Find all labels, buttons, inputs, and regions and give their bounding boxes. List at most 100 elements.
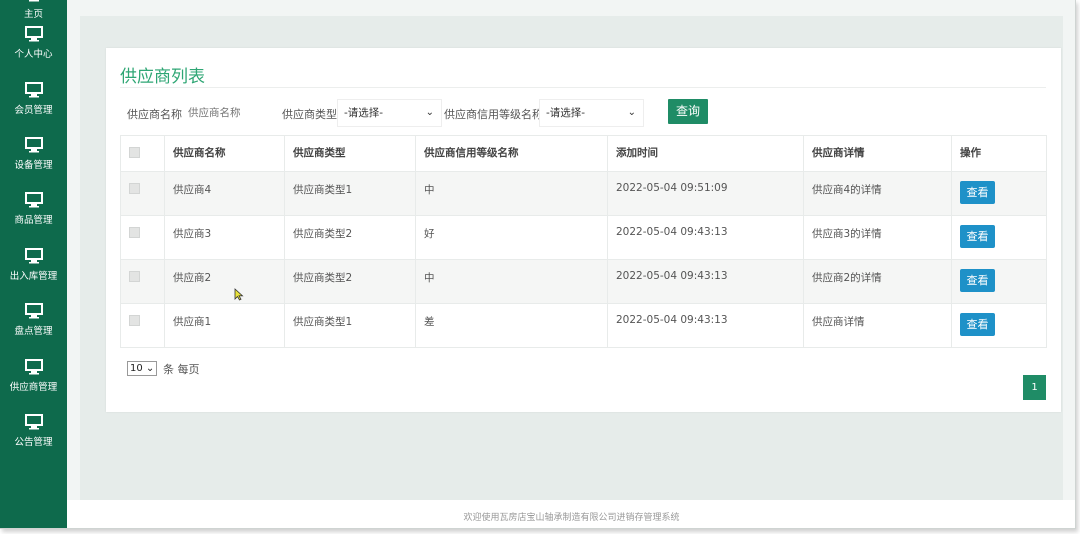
row-checkbox[interactable] [129, 270, 140, 282]
supplier-credit-cell: 差 [415, 303, 608, 348]
column-header[interactable]: 供应商名称 [164, 135, 285, 172]
sidebar-item-label: 主页 [23, 9, 43, 20]
actions-cell: 查看 [951, 259, 1047, 304]
sidebar-item-inventory-io[interactable]: 出入库管理 [0, 248, 67, 298]
monitor-icon [24, 303, 43, 319]
supplier-type-value: -请选择- [344, 107, 384, 119]
supplier-credit-cell: 中 [415, 259, 608, 304]
sidebar-item-label: 公告管理 [14, 437, 53, 448]
chevron-down-icon: ⌄ [627, 107, 636, 118]
supplier-table: 供应商名称 供应商类型 供应商信用等级名称 添加时间 供应商详情 操作 供应商4 [120, 135, 1047, 348]
sidebar-item-products[interactable]: 商品管理 [0, 192, 67, 242]
supplier-type-cell: 供应商类型1 [284, 171, 416, 216]
added-time-cell: 2022-05-04 09:51:09 [607, 171, 804, 216]
monitor-icon [24, 82, 43, 98]
monitor-icon [24, 248, 43, 264]
row-select-cell [120, 303, 165, 348]
footer: 欢迎使用瓦房店宝山轴承制造有限公司进销存管理系统 [67, 500, 1075, 528]
view-button[interactable]: 查看 [960, 225, 995, 248]
sidebar-item-label: 供应商管理 [9, 382, 58, 393]
added-time-cell: 2022-05-04 09:43:13 [607, 259, 804, 304]
page-size-value: 10 [130, 363, 143, 374]
supplier-credit-cell: 中 [415, 171, 608, 216]
main-content: 供应商列表 供应商名称 供应商类型 -请选择- ⌄ 供应商信用等级名称 -请选择… [67, 0, 1075, 500]
supplier-detail-cell: 供应商详情 [803, 303, 952, 348]
monitor-icon [28, 0, 39, 2]
supplier-type-label: 供应商类型 [282, 108, 337, 121]
row-select-cell [120, 215, 165, 260]
supplier-name-cell: 供应商1 [164, 303, 285, 348]
monitor-icon [24, 137, 43, 153]
monitor-icon [24, 414, 43, 430]
sidebar-item-devices[interactable]: 设备管理 [0, 137, 67, 187]
sidebar-item-profile[interactable]: 个人中心 [0, 26, 67, 76]
sidebar: 主页 个人中心 会员管理 设备管理 商品管理 出入库管理 盘点管理 供应商管理 [0, 0, 67, 528]
select-all-checkbox[interactable] [129, 146, 140, 158]
supplier-detail-cell: 供应商2的详情 [803, 259, 952, 304]
view-button[interactable]: 查看 [960, 313, 995, 336]
sidebar-item-suppliers[interactable]: 供应商管理 [0, 359, 67, 409]
supplier-credit-cell: 好 [415, 215, 608, 260]
table-row: 供应商4 供应商类型1 中 2022-05-04 09:51:09 供应商4的详… [120, 171, 1047, 216]
supplier-name-cell: 供应商4 [164, 171, 285, 216]
view-button[interactable]: 查看 [960, 269, 995, 292]
supplier-name-label: 供应商名称 [127, 108, 182, 121]
monitor-icon [24, 192, 43, 208]
sidebar-item-label: 盘点管理 [14, 326, 53, 337]
sidebar-item-label: 出入库管理 [9, 271, 58, 282]
view-button[interactable]: 查看 [960, 181, 995, 204]
column-header[interactable]: 添加时间 [607, 135, 804, 172]
sidebar-item-members[interactable]: 会员管理 [0, 82, 67, 132]
table-row: 供应商1 供应商类型1 差 2022-05-04 09:43:13 供应商详情 … [120, 303, 1047, 348]
supplier-list-panel: 供应商列表 供应商名称 供应商类型 -请选择- ⌄ 供应商信用等级名称 -请选择… [106, 48, 1061, 412]
chevron-down-icon: ⌄ [145, 363, 155, 374]
actions-cell: 查看 [951, 171, 1047, 216]
content-area: 供应商列表 供应商名称 供应商类型 -请选择- ⌄ 供应商信用等级名称 -请选择… [80, 16, 1063, 500]
sidebar-item-stocktaking[interactable]: 盘点管理 [0, 303, 67, 353]
supplier-credit-label: 供应商信用等级名称 [444, 108, 543, 121]
row-checkbox[interactable] [129, 226, 140, 238]
title-divider [120, 87, 1046, 88]
sidebar-item-label: 商品管理 [14, 215, 53, 226]
supplier-name-input[interactable] [182, 101, 274, 125]
actions-cell: 查看 [951, 303, 1047, 348]
supplier-name-cell: 供应商3 [164, 215, 285, 260]
table-row: 供应商3 供应商类型2 好 2022-05-04 09:43:13 供应商3的详… [120, 215, 1047, 260]
column-header: 操作 [951, 135, 1047, 172]
supplier-credit-select[interactable]: -请选择- ⌄ [539, 99, 644, 127]
table-row: 供应商2 供应商类型2 中 2022-05-04 09:43:13 供应商2的详… [120, 259, 1047, 304]
added-time-cell: 2022-05-04 09:43:13 [607, 215, 804, 260]
added-time-cell: 2022-05-04 09:43:13 [607, 303, 804, 348]
row-select-cell [120, 259, 165, 304]
column-header[interactable]: 供应商信用等级名称 [415, 135, 608, 172]
row-checkbox[interactable] [129, 182, 140, 194]
actions-cell: 查看 [951, 215, 1047, 260]
page-size-select[interactable]: 10 ⌄ [127, 361, 158, 376]
column-header[interactable]: 供应商详情 [803, 135, 952, 172]
page-size-label: 条 每页 [163, 363, 200, 376]
supplier-detail-cell: 供应商4的详情 [803, 171, 952, 216]
supplier-credit-value: -请选择- [546, 107, 586, 119]
supplier-type-cell: 供应商类型1 [284, 303, 416, 348]
monitor-icon [24, 26, 43, 42]
column-header[interactable]: 供应商类型 [284, 135, 416, 172]
supplier-type-cell: 供应商类型2 [284, 259, 416, 304]
supplier-name-cell: 供应商2 [164, 259, 285, 304]
query-button[interactable]: 查询 [668, 99, 708, 124]
table-header-row: 供应商名称 供应商类型 供应商信用等级名称 添加时间 供应商详情 操作 [120, 135, 1047, 172]
sidebar-item-announcements[interactable]: 公告管理 [0, 414, 67, 464]
chevron-down-icon: ⌄ [425, 107, 434, 118]
row-select-cell [120, 171, 165, 216]
sidebar-item-label: 会员管理 [14, 105, 53, 116]
select-all-cell [120, 135, 165, 172]
supplier-detail-cell: 供应商3的详情 [803, 215, 952, 260]
sidebar-item-label: 设备管理 [14, 160, 53, 171]
supplier-type-select[interactable]: -请选择- ⌄ [337, 99, 442, 127]
row-checkbox[interactable] [129, 314, 140, 326]
sidebar-item-label: 个人中心 [14, 49, 53, 60]
page-title: 供应商列表 [120, 67, 205, 87]
page-button-current[interactable]: 1 [1023, 375, 1046, 400]
supplier-type-cell: 供应商类型2 [284, 215, 416, 260]
app-window: 主页 个人中心 会员管理 设备管理 商品管理 出入库管理 盘点管理 供应商管理 [0, 0, 1076, 529]
mouse-cursor-icon [234, 288, 244, 301]
